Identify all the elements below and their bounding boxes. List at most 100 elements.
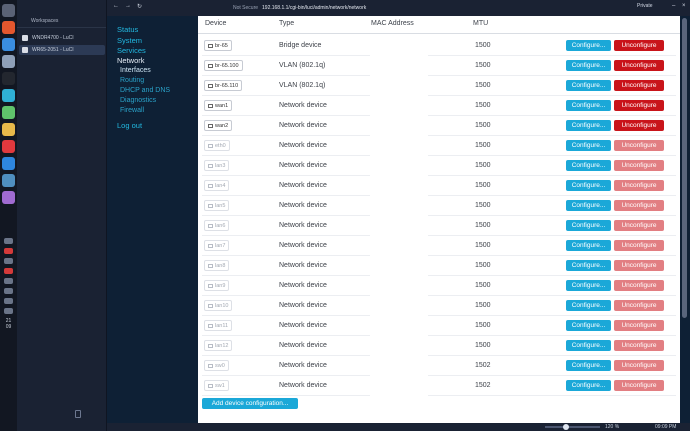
app-icon-green[interactable] [2,106,15,119]
configure-button[interactable]: Configure... [566,120,611,131]
col-mtu: MTU [473,20,489,27]
tray-icon-2[interactable] [4,248,13,254]
unconfigure-button[interactable]: Unconfigure [614,80,664,91]
unconfigure-button[interactable]: Unconfigure [614,340,664,351]
menu-status[interactable]: Status [117,25,138,34]
unconfigure-button[interactable]: Unconfigure [614,260,664,271]
scrollbar-thumb[interactable] [682,18,687,318]
configure-button[interactable]: Configure... [566,80,611,91]
vivaldi-menu-icon[interactable] [2,4,15,17]
unconfigure-button[interactable]: Unconfigure [614,360,664,371]
configure-button[interactable]: Configure... [566,380,611,391]
configure-button[interactable]: Configure... [566,220,611,231]
terminal-icon[interactable] [2,72,15,85]
menu-logout[interactable]: Log out [117,121,142,130]
tray-icon-1[interactable] [4,238,13,244]
folder-icon[interactable] [2,123,15,136]
configure-button[interactable]: Configure... [566,320,611,331]
unconfigure-button[interactable]: Unconfigure [614,300,664,311]
configure-button[interactable]: Configure... [566,340,611,351]
unconfigure-button[interactable]: Unconfigure [614,200,664,211]
menu-dhcp-dns[interactable]: DHCP and DNS [120,87,170,94]
device-name: lan9 [215,282,226,289]
device-mtu: 1500 [475,282,491,289]
unconfigure-button[interactable]: Unconfigure [614,160,664,171]
unconfigure-button[interactable]: Unconfigure [614,120,664,131]
unconfigure-button[interactable]: Unconfigure [614,140,664,151]
tab-item[interactable]: WNDR4700 - LuCI [19,33,105,43]
app-icon-blue[interactable] [2,38,15,51]
device-badge: wan2 [204,120,233,131]
tab-title: WNDR4700 - LuCI [32,35,74,41]
device-name: eth0 [215,142,226,149]
app-icon-cyan[interactable] [2,89,15,102]
zoom-slider-knob[interactable] [563,424,569,430]
status-clock: 09:09 PM [655,424,677,430]
configure-button[interactable]: Configure... [566,180,611,191]
device-name: lan4 [215,182,226,189]
configure-button[interactable]: Configure... [566,40,611,51]
back-icon[interactable]: ← [113,3,119,9]
tray-icon-3[interactable] [4,258,13,264]
configure-button[interactable]: Configure... [566,200,611,211]
security-indicator[interactable]: Not Secure [233,5,258,11]
trash-icon[interactable] [75,410,81,418]
close-icon[interactable]: × [682,3,686,9]
app-icon-d[interactable] [2,157,15,170]
app-icon-orange[interactable] [2,21,15,34]
unconfigure-button[interactable]: Unconfigure [614,240,664,251]
table-row: lan3 Network device 1500 Configure... Unconf… [202,156,676,176]
unconfigure-button[interactable]: Unconfigure [614,100,664,111]
unconfigure-button[interactable]: Unconfigure [614,320,664,331]
vivaldi-icon[interactable] [2,140,15,153]
menu-services[interactable]: Services [117,46,146,55]
configure-button[interactable]: Configure... [566,240,611,251]
unconfigure-button[interactable]: Unconfigure [614,280,664,291]
unconfigure-button[interactable]: Unconfigure [614,60,664,71]
menu-firewall[interactable]: Firewall [120,107,144,114]
menu-routing[interactable]: Routing [120,77,144,84]
configure-button[interactable]: Configure... [566,360,611,371]
configure-button[interactable]: Configure... [566,140,611,151]
url-text[interactable]: 192.168.1.1/cgi-bin/luci/admin/network/n… [262,5,366,11]
profile-label[interactable]: Private [637,3,653,9]
app-icon-notes[interactable] [2,55,15,68]
menu-system[interactable]: System [117,36,142,45]
app-icon-purple[interactable] [2,191,15,204]
device-type: Network device [279,122,327,129]
configure-button[interactable]: Configure... [566,280,611,291]
menu-diagnostics[interactable]: Diagnostics [120,97,156,104]
address-bar[interactable]: Not Secure 192.168.1.1/cgi-bin/luci/admi… [233,3,683,13]
unconfigure-button[interactable]: Unconfigure [614,180,664,191]
configure-button[interactable]: Configure... [566,60,611,71]
table-row: lan12 Network device 1500 Configure... Uncon… [202,336,676,356]
add-device-button[interactable]: Add device configuration... [202,398,298,409]
tray-icon-8[interactable] [4,308,13,314]
configure-button[interactable]: Configure... [566,100,611,111]
zoom-level[interactable]: 120 % [605,424,619,430]
table-row: br-65.100 VLAN (802.1q) 1500 Configure... Un… [202,56,676,76]
tray-icon-5[interactable] [4,278,13,284]
network-port-icon [208,323,213,328]
menu-network[interactable]: Network [117,56,145,65]
tab-item-active[interactable]: WR65-2051 - LuCI [19,45,105,55]
app-icon-cloud[interactable] [2,174,15,187]
unconfigure-button[interactable]: Unconfigure [614,40,664,51]
tray-icon-6[interactable] [4,288,13,294]
unconfigure-button[interactable]: Unconfigure [614,220,664,231]
page-scrollbar[interactable] [680,16,690,423]
device-type: Network device [279,142,327,149]
forward-icon[interactable]: → [125,3,131,9]
unconfigure-button[interactable]: Unconfigure [614,380,664,391]
table-header: Device Type MAC Address MTU [198,16,680,34]
configure-button[interactable]: Configure... [566,300,611,311]
tray-icon-7[interactable] [4,298,13,304]
minimize-icon[interactable]: – [672,3,675,9]
configure-button[interactable]: Configure... [566,160,611,171]
tray-icon-4[interactable] [4,268,13,274]
device-type: VLAN (802.1q) [279,62,326,69]
zoom-slider[interactable] [545,424,600,430]
menu-interfaces[interactable]: Interfaces [120,67,151,74]
configure-button[interactable]: Configure... [566,260,611,271]
reload-icon[interactable]: ↻ [137,3,142,10]
